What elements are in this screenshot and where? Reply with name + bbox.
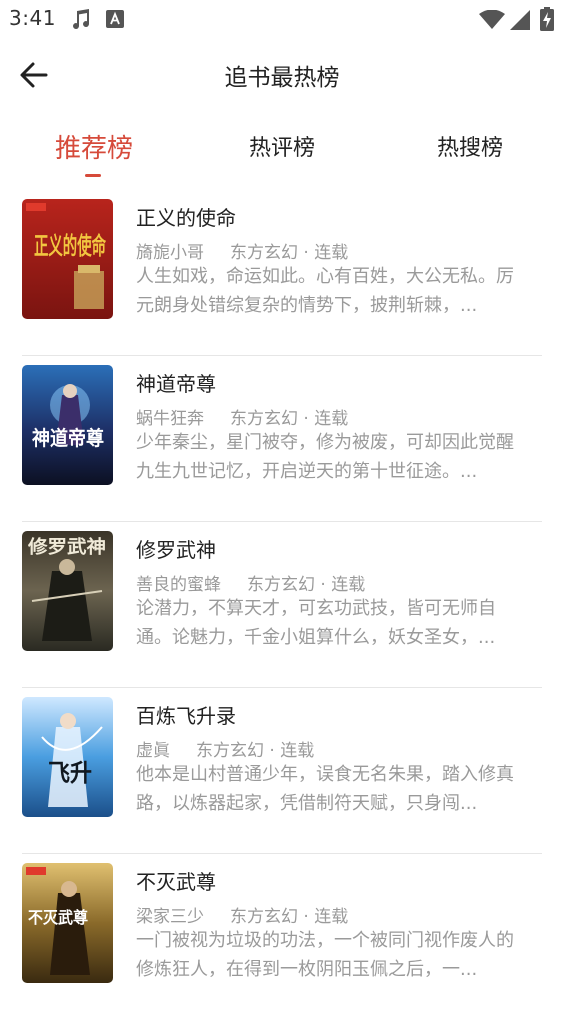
- cover-title-text: 神道帝尊: [32, 426, 104, 450]
- book-author: 蜗牛狂奔: [136, 409, 204, 429]
- cover-title-text: 正义的使命: [34, 231, 107, 260]
- book-title: 正义的使命: [136, 206, 236, 230]
- book-genre: 东方玄幻 · 连载: [230, 409, 349, 429]
- tab-hot-searches[interactable]: 热搜榜: [395, 130, 545, 162]
- book-list-item[interactable]: 正义的使命 正义的使命 旖旎小哥 东方玄幻 · 连载 人生如戏，命运如此。心有百姓…: [0, 190, 564, 356]
- status-time: 3:41: [9, 6, 56, 30]
- book-cover: 不灭武尊: [22, 863, 113, 983]
- book-author: 梁家三少: [136, 907, 204, 927]
- book-list-item[interactable]: 不灭武尊 不灭武尊 梁家三少 东方玄幻 · 连载 一门被视为垃圾的功法，一个被同门…: [0, 854, 564, 1020]
- status-bar: 3:41: [0, 0, 564, 38]
- book-description: 少年秦尘，星门被夺，修为被废，可却因此觉醒九生九世记忆，开启逆天的第十世征途。.…: [136, 432, 514, 482]
- book-title: 不灭武尊: [136, 870, 216, 894]
- book-meta: 梁家三少 东方玄幻 · 连载: [136, 902, 348, 927]
- book-title: 修罗武神: [136, 538, 216, 562]
- book-list-item[interactable]: 神道帝尊 神道帝尊 蜗牛狂奔 东方玄幻 · 连载 少年秦尘，星门被夺，修为被废，可…: [0, 356, 564, 522]
- cover-title-text: 飞升: [48, 758, 92, 787]
- book-cover: 正义的使命: [22, 199, 113, 319]
- book-meta: 善良的蜜蜂 东方玄幻 · 连载: [136, 570, 365, 595]
- book-meta: 旖旎小哥 东方玄幻 · 连载: [136, 238, 348, 263]
- book-description: 人生如戏，命运如此。心有百姓，大公无私。厉元朗身处错综复杂的情势下，披荆斩棘，.…: [136, 266, 514, 316]
- book-author: 虚眞: [136, 741, 170, 761]
- book-cover: 飞升: [22, 697, 113, 817]
- book-list-item[interactable]: 飞升 百炼飞升录 虚眞 东方玄幻 · 连载 他本是山村普通少年，误食无名朱果，踏入…: [0, 688, 564, 854]
- cover-title-text: 不灭武尊: [28, 908, 88, 927]
- book-cover: 修罗武神: [22, 531, 113, 651]
- book-list-item[interactable]: 修罗武神 修罗武神 善良的蜜蜂 东方玄幻 · 连载 论潜力，不算天才，可玄功武技，…: [0, 522, 564, 688]
- book-description: 论潜力，不算天才，可玄功武技，皆可无师自通。论魅力，千金小姐算什么，妖女圣女，.…: [136, 598, 496, 648]
- book-title: 神道帝尊: [136, 372, 216, 396]
- cover-title-text: 修罗武神: [27, 536, 106, 558]
- book-description: 他本是山村普通少年，误食无名朱果，踏入修真路，以炼器起家，凭借制符天赋，只身闯.…: [136, 764, 514, 814]
- book-cover: 神道帝尊: [22, 365, 113, 485]
- battery-charging-icon: [540, 7, 554, 31]
- music-note-icon: [73, 9, 90, 30]
- book-author: 旖旎小哥: [136, 243, 204, 263]
- book-author: 善良的蜜蜂: [136, 575, 221, 595]
- book-genre: 东方玄幻 · 连载: [196, 741, 315, 761]
- signal-icon: [510, 10, 530, 30]
- app-header: 追书最热榜: [0, 38, 564, 110]
- book-genre: 东方玄幻 · 连载: [230, 243, 349, 263]
- ranking-tabs: 推荐榜 热评榜 热搜榜: [0, 118, 564, 178]
- book-title: 百炼飞升录: [136, 704, 236, 728]
- tab-hot-reviews[interactable]: 热评榜: [207, 130, 357, 162]
- book-genre: 东方玄幻 · 连载: [247, 575, 366, 595]
- book-genre: 东方玄幻 · 连载: [230, 907, 349, 927]
- book-description: 一门被视为垃圾的功法，一个被同门视作废人的修炼狂人，在得到一枚阴阳玉佩之后，一.…: [136, 930, 514, 980]
- book-meta: 虚眞 东方玄幻 · 连载: [136, 736, 314, 761]
- accessibility-a-icon: [106, 10, 124, 28]
- active-tab-indicator: [85, 174, 101, 177]
- page-title: 追书最热榜: [224, 65, 340, 91]
- wifi-icon: [479, 10, 505, 29]
- book-meta: 蜗牛狂奔 东方玄幻 · 连载: [136, 404, 348, 429]
- tab-recommended[interactable]: 推荐榜: [19, 128, 169, 165]
